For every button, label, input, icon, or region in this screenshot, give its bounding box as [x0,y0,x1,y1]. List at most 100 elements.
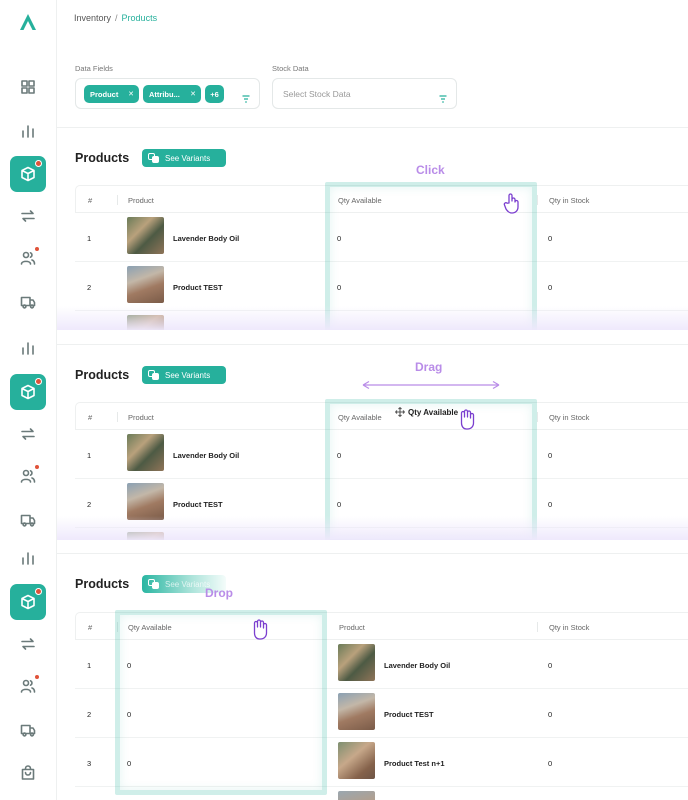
filter-icon[interactable] [242,90,250,103]
column-separator [537,622,538,632]
product-thumbnail [338,742,375,779]
see-variants-button[interactable]: See Variants [142,366,226,384]
chip-attribute[interactable]: Attribu... ✕ [143,85,201,103]
shipping-truck-icon[interactable] [10,284,46,320]
inventory-icon[interactable] [10,156,46,192]
qty-in-stock-value: 0 [548,710,553,719]
data-fields-label: Data Fields [75,64,113,73]
dragged-header-ghost: Qty Available [395,407,458,417]
notification-badge [35,588,42,595]
filter-icon[interactable] [439,90,447,103]
transfer-icon[interactable] [10,198,46,234]
header-index: # [88,413,93,422]
notification-badge [35,378,42,385]
see-variants-label: See Variants [165,579,211,589]
drag-arrow-icon [362,380,500,390]
annotation-click: Click [416,163,445,177]
row-index: 1 [87,661,92,670]
see-variants-button[interactable]: See Variants [142,149,226,167]
product-name[interactable]: Lavender Body Oil [173,451,239,460]
chip-remove-icon[interactable]: ✕ [190,90,196,98]
column-separator [117,195,118,205]
qty-in-stock-value: 0 [548,283,553,292]
stock-data-placeholder: Select Stock Data [283,89,351,99]
header-index: # [88,196,93,205]
column-separator [117,412,118,422]
column-separator [537,195,538,205]
chip-remove-icon[interactable]: ✕ [128,90,134,98]
step-drop-panel: Products See Variants Drop # Qty Availab… [57,554,688,800]
column-highlight [115,610,327,795]
header-product[interactable]: Product [128,196,154,205]
sidebar [0,0,57,800]
product-thumbnail [338,791,375,800]
product-name[interactable]: Product TEST [173,283,223,292]
notification-badge [34,464,40,470]
product-name[interactable]: Product TEST [384,710,434,719]
row-index: 1 [87,234,92,243]
chip-label: Attribu... [149,89,180,99]
see-variants-label: See Variants [165,370,211,380]
column-separator [537,412,538,422]
breadcrumb-products: Products [121,13,158,23]
users-icon[interactable] [10,240,46,276]
product-thumbnail [127,266,164,303]
transfer-icon[interactable] [10,626,46,662]
header-qty-in-stock[interactable]: Qty in Stock [549,623,589,632]
row-index: 2 [87,283,92,292]
product-thumbnail [127,434,164,471]
panel-fade [57,516,688,540]
analytics-icon[interactable] [10,113,46,149]
variants-icon [148,370,159,380]
breadcrumb: Inventory / Products [74,13,157,23]
move-icon [395,407,405,417]
pointer-hand-icon [502,192,522,214]
product-name[interactable]: Product TEST [173,500,223,509]
inventory-icon[interactable] [10,584,46,620]
chip-more[interactable]: +6 [205,85,224,103]
notification-badge [34,674,40,680]
product-name[interactable]: Lavender Body Oil [384,661,450,670]
inventory-icon[interactable] [10,374,46,410]
analytics-icon[interactable] [10,540,46,576]
transfer-icon[interactable] [10,416,46,452]
product-name[interactable]: Product Test n+1 [384,759,445,768]
notification-badge [34,246,40,252]
chip-product[interactable]: Product ✕ [84,85,139,103]
notification-badge [35,160,42,167]
variants-icon [148,579,159,589]
users-icon[interactable] [10,668,46,704]
row-index: 2 [87,710,92,719]
product-name[interactable]: Lavender Body Oil [173,234,239,243]
step-drag-panel: Products See Variants Drag # Product Qty… [57,345,688,540]
row-index: 3 [87,759,92,768]
qty-in-stock-value: 0 [548,500,553,509]
product-thumbnail [338,644,375,681]
breadcrumb-separator: / [115,13,118,23]
stock-data-select[interactable]: Select Stock Data [272,78,457,109]
product-thumbnail [338,693,375,730]
header-qty-in-stock[interactable]: Qty in Stock [549,196,589,205]
breadcrumb-inventory[interactable]: Inventory [74,13,111,23]
header-qty-in-stock[interactable]: Qty in Stock [549,413,589,422]
header-product[interactable]: Product [128,413,154,422]
step-click-panel: Products See Variants Click # Product Qt… [57,128,688,330]
shopping-bag-icon[interactable] [10,755,46,791]
annotation-drop: Drop [205,586,233,600]
app-logo[interactable] [17,11,39,33]
dragged-header-label: Qty Available [408,407,459,417]
shipping-truck-icon[interactable] [10,502,46,538]
qty-in-stock-value: 0 [548,234,553,243]
grab-hand-icon [457,408,477,430]
data-fields-select[interactable]: Product ✕ Attribu... ✕ +6 [75,78,260,109]
qty-in-stock-value: 0 [548,661,553,670]
row-index: 1 [87,451,92,460]
shipping-truck-icon[interactable] [10,712,46,748]
users-icon[interactable] [10,458,46,494]
analytics-icon[interactable] [10,330,46,366]
header-product[interactable]: Product [339,623,365,632]
dashboard-icon[interactable] [10,69,46,105]
row-index: 2 [87,500,92,509]
chip-label: Product [90,89,119,99]
see-variants-label: See Variants [165,153,211,163]
